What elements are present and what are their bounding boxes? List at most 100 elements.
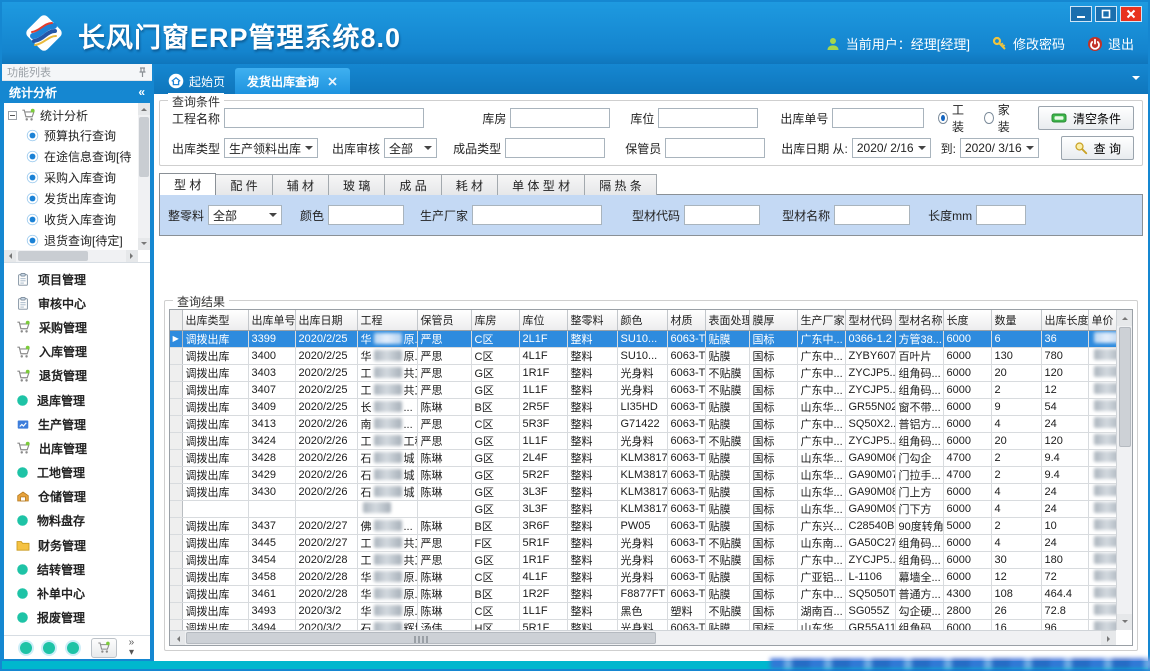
table-row[interactable]: 调拨出库34932020/3/2华原...陈琳C区1L1F整料黑色塑料不贴膜国标… [170, 602, 1116, 619]
minus-box-icon[interactable] [8, 111, 17, 120]
outbound-no-input[interactable] [832, 108, 924, 128]
row-header[interactable] [170, 449, 182, 466]
sidebar-item-2[interactable]: 采购管理 [4, 315, 150, 339]
material-tab-6[interactable]: 单 体 型 材 [497, 174, 585, 195]
sidebar-item-13[interactable]: 补单中心 [4, 581, 150, 605]
maximize-button[interactable] [1095, 6, 1117, 22]
status-dot-icon[interactable] [43, 642, 55, 654]
material-tab-2[interactable]: 辅 材 [272, 174, 329, 195]
column-header-15[interactable]: 长度 [943, 310, 991, 330]
status-dot-icon[interactable] [67, 642, 79, 654]
outbound-type-select[interactable]: 生产领料出库 [224, 138, 318, 158]
row-header[interactable] [170, 551, 182, 568]
tab-list-dropdown-icon[interactable] [1132, 76, 1140, 84]
color-input[interactable] [328, 205, 404, 225]
close-button[interactable] [1120, 6, 1142, 22]
date-from-picker[interactable]: 2020/ 2/16 [852, 138, 931, 158]
status-dot-icon[interactable] [20, 642, 32, 654]
cart-button[interactable] [91, 638, 117, 658]
grid-horizontal-scrollbar[interactable] [170, 630, 1116, 645]
column-header-4[interactable]: 保管员 [417, 310, 471, 330]
column-header-17[interactable]: 出库长度 [1041, 310, 1088, 330]
column-header-14[interactable]: 型材名称 [895, 310, 943, 330]
column-header-9[interactable]: 材质 [667, 310, 705, 330]
table-row[interactable]: 调拨出库34542020/2/28工共工程严思G区1R1F整料光身料6063-T… [170, 551, 1116, 568]
scroll-left-icon[interactable] [170, 631, 185, 646]
manufacturer-input[interactable] [472, 205, 602, 225]
row-header[interactable] [170, 517, 182, 534]
radio-work-clothes[interactable]: 工装 [938, 101, 970, 135]
table-row[interactable]: 调拨出库34582020/2/28华原...陈琳C区4L1F整料光身料6063-… [170, 568, 1116, 585]
sidebar-item-11[interactable]: 财务管理 [4, 533, 150, 557]
table-row[interactable]: 调拨出库34282020/2/26石城陈琳G区2L4F整料KLM38176063… [170, 449, 1116, 466]
table-row[interactable]: 调拨出库34072020/2/25工共工程严思G区1L1F整料光身料6063-T… [170, 381, 1116, 398]
row-header[interactable] [170, 585, 182, 602]
sidebar-item-5[interactable]: 退库管理 [4, 388, 150, 412]
sidebar-item-3[interactable]: 入库管理 [4, 340, 150, 364]
warehouse-input[interactable] [510, 108, 610, 128]
sidebar-item-4[interactable]: 退货管理 [4, 364, 150, 388]
table-row[interactable]: 调拨出库34032020/2/25工共工程严思G区1R1F整料光身料6063-T… [170, 364, 1116, 381]
table-row[interactable]: 调拨出库34452020/2/27工共工程严思F区5R1F整料光身料6063-T… [170, 534, 1116, 551]
table-row[interactable]: 调拨出库34942020/3/2石辉城汤伟H区5R1F整料光身料6063-T5贴… [170, 619, 1116, 630]
location-input[interactable] [658, 108, 758, 128]
pin-icon[interactable] [138, 67, 147, 78]
sidebar-item-7[interactable]: 出库管理 [4, 436, 150, 460]
row-header[interactable] [170, 534, 182, 551]
tree-item-0[interactable]: 预算执行查询 [8, 125, 138, 146]
collapse-icon[interactable]: « [138, 85, 145, 99]
material-tab-0[interactable]: 型 材 [159, 173, 216, 195]
row-header[interactable] [170, 364, 182, 381]
audit-status-select[interactable]: 全部 [384, 138, 437, 158]
table-row[interactable]: 调拨出库34612020/2/28华原...陈琳B区1R2F整料F8877FT6… [170, 585, 1116, 602]
column-header-16[interactable]: 数量 [991, 310, 1041, 330]
column-header-3[interactable]: 工程 [357, 310, 417, 330]
whole-part-select[interactable]: 全部 [208, 205, 282, 225]
material-tab-1[interactable]: 配 件 [215, 174, 272, 195]
minimize-button[interactable] [1070, 6, 1092, 22]
tree-item-2[interactable]: 采购入库查询 [8, 167, 138, 188]
table-row[interactable]: G区3L3F整料KLM38176063-T5贴膜国标山东华...GA90M09.… [170, 500, 1116, 517]
row-header[interactable] [170, 619, 182, 630]
table-row[interactable]: 调拨出库34002020/2/25华原...严思C区4L1F整料SU10...6… [170, 347, 1116, 364]
row-header[interactable] [170, 347, 182, 364]
column-header-12[interactable]: 生产厂家 [797, 310, 845, 330]
row-header[interactable] [170, 568, 182, 585]
table-row[interactable]: 调拨出库34292020/2/26石城陈琳G区5R2F整料KLM38176063… [170, 466, 1116, 483]
tree-item-4[interactable]: 收货入库查询 [8, 209, 138, 230]
scroll-down-icon[interactable] [1117, 614, 1133, 630]
table-row[interactable]: 调拨出库34132020/2/26南...严思C区5R3F整料G71422606… [170, 415, 1116, 432]
sidebar-item-6[interactable]: 生产管理 [4, 412, 150, 436]
column-header-5[interactable]: 库房 [471, 310, 519, 330]
column-header-13[interactable]: 型材代码 [845, 310, 895, 330]
scrollbar-thumb[interactable] [1119, 327, 1131, 447]
tree-root-node[interactable]: 统计分析 [8, 105, 138, 125]
tree-item-3[interactable]: 发货出库查询 [8, 188, 138, 209]
overflow-chevron-icon[interactable]: »▾ [129, 638, 135, 658]
row-header[interactable] [170, 432, 182, 449]
search-button[interactable]: 查 询 [1061, 136, 1134, 160]
tab-active[interactable]: 发货出库查询 [235, 68, 350, 94]
column-header-1[interactable]: 出库单号 [248, 310, 295, 330]
column-header-6[interactable]: 库位 [519, 310, 567, 330]
change-password-button[interactable]: 修改密码 [992, 34, 1065, 53]
tab-home[interactable]: 起始页 [158, 68, 235, 94]
column-header-18[interactable]: 单价 [1088, 310, 1116, 330]
row-header[interactable] [170, 602, 182, 619]
row-header[interactable] [170, 381, 182, 398]
scrollbar-thumb[interactable] [18, 251, 88, 261]
row-header[interactable] [170, 398, 182, 415]
scroll-up-icon[interactable] [138, 103, 150, 115]
sidebar-item-0[interactable]: 项目管理 [4, 267, 150, 291]
profile-name-input[interactable] [834, 205, 910, 225]
tree-vertical-scrollbar[interactable] [138, 103, 150, 250]
scrollbar-thumb[interactable] [186, 632, 656, 644]
sidebar-section-header[interactable]: 统计分析 « [2, 81, 152, 103]
sidebar-item-12[interactable]: 结转管理 [4, 557, 150, 581]
scroll-right-icon[interactable] [126, 250, 138, 262]
column-header-8[interactable]: 颜色 [617, 310, 667, 330]
table-row[interactable]: ▶调拨出库33992020/2/25华原...严思C区2L1F整料SU10...… [170, 330, 1116, 347]
sidebar-item-14[interactable]: 报废管理 [4, 606, 150, 630]
material-tab-5[interactable]: 耗 材 [441, 174, 498, 195]
table-row[interactable]: 调拨出库34242020/2/26工工程严思G区1L1F整料光身料6063-T5… [170, 432, 1116, 449]
